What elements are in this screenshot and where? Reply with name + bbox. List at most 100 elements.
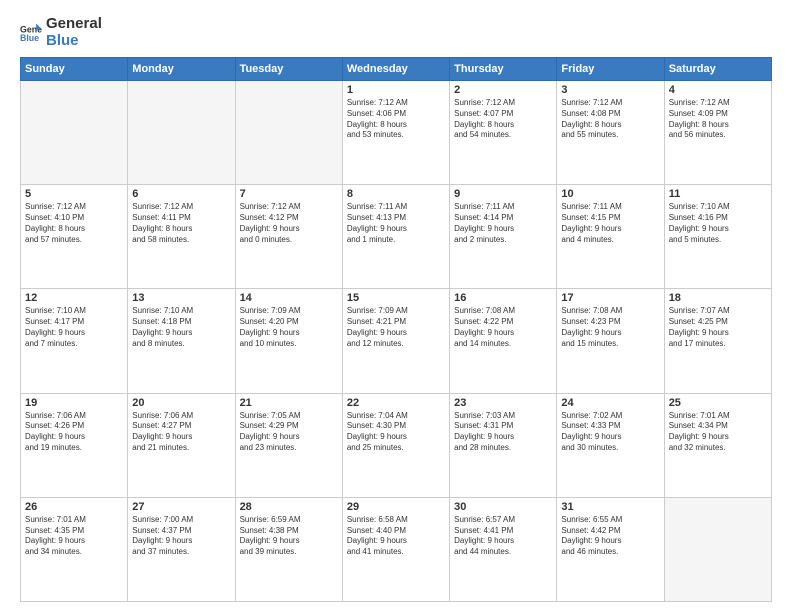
calendar-cell: 19 Sunrise: 7:06 AM Sunset: 4:26 PM Dayli… xyxy=(21,393,128,497)
calendar-week-row: 12 Sunrise: 7:10 AM Sunset: 4:17 PM Dayli… xyxy=(21,289,772,393)
calendar-day-header: Friday xyxy=(557,58,664,81)
day-info: Sunrise: 7:11 AM Sunset: 4:14 PM Dayligh… xyxy=(454,202,552,245)
day-number: 24 xyxy=(561,397,659,409)
day-number: 22 xyxy=(347,397,445,409)
calendar-cell: 25 Sunrise: 7:01 AM Sunset: 4:34 PM Dayli… xyxy=(664,393,771,497)
day-number: 3 xyxy=(561,84,659,96)
day-number: 9 xyxy=(454,188,552,200)
header: General Blue General Blue xyxy=(20,16,772,49)
day-info: Sunrise: 7:10 AM Sunset: 4:16 PM Dayligh… xyxy=(669,202,767,245)
day-info: Sunrise: 7:08 AM Sunset: 4:23 PM Dayligh… xyxy=(561,306,659,349)
calendar-cell: 26 Sunrise: 7:01 AM Sunset: 4:35 PM Dayli… xyxy=(21,497,128,601)
day-info: Sunrise: 7:05 AM Sunset: 4:29 PM Dayligh… xyxy=(240,411,338,454)
day-number: 19 xyxy=(25,397,123,409)
day-number: 4 xyxy=(669,84,767,96)
day-info: Sunrise: 6:59 AM Sunset: 4:38 PM Dayligh… xyxy=(240,515,338,558)
day-number: 23 xyxy=(454,397,552,409)
day-number: 16 xyxy=(454,292,552,304)
day-number: 25 xyxy=(669,397,767,409)
calendar-cell: 5 Sunrise: 7:12 AM Sunset: 4:10 PM Daylig… xyxy=(21,185,128,289)
calendar-header-row: SundayMondayTuesdayWednesdayThursdayFrid… xyxy=(21,58,772,81)
day-info: Sunrise: 7:12 AM Sunset: 4:10 PM Dayligh… xyxy=(25,202,123,245)
day-number: 20 xyxy=(132,397,230,409)
day-info: Sunrise: 7:06 AM Sunset: 4:27 PM Dayligh… xyxy=(132,411,230,454)
day-info: Sunrise: 6:55 AM Sunset: 4:42 PM Dayligh… xyxy=(561,515,659,558)
calendar-cell: 18Sunrise: 7:07 AM Sunset: 4:25 PM Dayli… xyxy=(664,289,771,393)
day-number: 21 xyxy=(240,397,338,409)
day-info: Sunrise: 7:04 AM Sunset: 4:30 PM Dayligh… xyxy=(347,411,445,454)
day-info: Sunrise: 7:11 AM Sunset: 4:15 PM Dayligh… xyxy=(561,202,659,245)
day-number: 8 xyxy=(347,188,445,200)
calendar-day-header: Wednesday xyxy=(342,58,449,81)
day-number: 2 xyxy=(454,84,552,96)
day-info: Sunrise: 7:11 AM Sunset: 4:13 PM Dayligh… xyxy=(347,202,445,245)
day-info: Sunrise: 7:10 AM Sunset: 4:18 PM Dayligh… xyxy=(132,306,230,349)
calendar-cell: 1 Sunrise: 7:12 AM Sunset: 4:06 PM Daylig… xyxy=(342,81,449,185)
day-number: 7 xyxy=(240,188,338,200)
day-number: 10 xyxy=(561,188,659,200)
day-info: Sunrise: 6:58 AM Sunset: 4:40 PM Dayligh… xyxy=(347,515,445,558)
calendar-day-header: Monday xyxy=(128,58,235,81)
calendar-week-row: 5 Sunrise: 7:12 AM Sunset: 4:10 PM Daylig… xyxy=(21,185,772,289)
calendar-cell: 2 Sunrise: 7:12 AM Sunset: 4:07 PM Daylig… xyxy=(450,81,557,185)
calendar-cell: 12 Sunrise: 7:10 AM Sunset: 4:17 PM Dayli… xyxy=(21,289,128,393)
day-info: Sunrise: 7:08 AM Sunset: 4:22 PM Dayligh… xyxy=(454,306,552,349)
day-number: 31 xyxy=(561,501,659,513)
calendar-week-row: 19 Sunrise: 7:06 AM Sunset: 4:26 PM Dayli… xyxy=(21,393,772,497)
calendar-week-row: 1 Sunrise: 7:12 AM Sunset: 4:06 PM Daylig… xyxy=(21,81,772,185)
logo-blue: Blue xyxy=(46,33,102,50)
day-info: Sunrise: 7:01 AM Sunset: 4:34 PM Dayligh… xyxy=(669,411,767,454)
calendar-cell: 23 Sunrise: 7:03 AM Sunset: 4:31 PM Dayli… xyxy=(450,393,557,497)
calendar-cell: 30 Sunrise: 6:57 AM Sunset: 4:41 PM Dayli… xyxy=(450,497,557,601)
calendar-cell: 28 Sunrise: 6:59 AM Sunset: 4:38 PM Dayli… xyxy=(235,497,342,601)
calendar-week-row: 26 Sunrise: 7:01 AM Sunset: 4:35 PM Dayli… xyxy=(21,497,772,601)
day-number: 30 xyxy=(454,501,552,513)
day-number: 1 xyxy=(347,84,445,96)
calendar-day-header: Sunday xyxy=(21,58,128,81)
svg-text:Blue: Blue xyxy=(20,33,39,43)
day-info: Sunrise: 7:12 AM Sunset: 4:06 PM Dayligh… xyxy=(347,98,445,141)
day-number: 27 xyxy=(132,501,230,513)
day-number: 14 xyxy=(240,292,338,304)
calendar-cell: 3 Sunrise: 7:12 AM Sunset: 4:08 PM Daylig… xyxy=(557,81,664,185)
calendar-cell xyxy=(128,81,235,185)
day-number: 13 xyxy=(132,292,230,304)
calendar-cell: 8 Sunrise: 7:11 AM Sunset: 4:13 PM Daylig… xyxy=(342,185,449,289)
day-number: 29 xyxy=(347,501,445,513)
day-number: 18 xyxy=(669,292,767,304)
day-info: Sunrise: 7:03 AM Sunset: 4:31 PM Dayligh… xyxy=(454,411,552,454)
calendar-day-header: Thursday xyxy=(450,58,557,81)
day-info: Sunrise: 7:09 AM Sunset: 4:21 PM Dayligh… xyxy=(347,306,445,349)
calendar-cell: 16 Sunrise: 7:08 AM Sunset: 4:22 PM Dayli… xyxy=(450,289,557,393)
calendar-cell: 11Sunrise: 7:10 AM Sunset: 4:16 PM Dayli… xyxy=(664,185,771,289)
calendar-cell: 9 Sunrise: 7:11 AM Sunset: 4:14 PM Daylig… xyxy=(450,185,557,289)
day-number: 12 xyxy=(25,292,123,304)
day-info: Sunrise: 6:57 AM Sunset: 4:41 PM Dayligh… xyxy=(454,515,552,558)
logo-general: General xyxy=(46,16,102,33)
day-number: 17 xyxy=(561,292,659,304)
calendar-cell xyxy=(235,81,342,185)
day-number: 5 xyxy=(25,188,123,200)
day-info: Sunrise: 7:06 AM Sunset: 4:26 PM Dayligh… xyxy=(25,411,123,454)
logo-icon: General Blue xyxy=(20,22,42,44)
calendar-cell xyxy=(664,497,771,601)
calendar-cell: 17 Sunrise: 7:08 AM Sunset: 4:23 PM Dayli… xyxy=(557,289,664,393)
day-info: Sunrise: 7:12 AM Sunset: 4:12 PM Dayligh… xyxy=(240,202,338,245)
calendar-cell: 10 Sunrise: 7:11 AM Sunset: 4:15 PM Dayli… xyxy=(557,185,664,289)
page: General Blue General Blue SundayMondayTu… xyxy=(0,0,792,612)
day-info: Sunrise: 7:01 AM Sunset: 4:35 PM Dayligh… xyxy=(25,515,123,558)
calendar-cell: 21 Sunrise: 7:05 AM Sunset: 4:29 PM Dayli… xyxy=(235,393,342,497)
day-info: Sunrise: 7:12 AM Sunset: 4:07 PM Dayligh… xyxy=(454,98,552,141)
calendar-cell: 13 Sunrise: 7:10 AM Sunset: 4:18 PM Dayli… xyxy=(128,289,235,393)
day-info: Sunrise: 7:10 AM Sunset: 4:17 PM Dayligh… xyxy=(25,306,123,349)
day-info: Sunrise: 7:00 AM Sunset: 4:37 PM Dayligh… xyxy=(132,515,230,558)
calendar-cell: 14Sunrise: 7:09 AM Sunset: 4:20 PM Dayli… xyxy=(235,289,342,393)
day-info: Sunrise: 7:12 AM Sunset: 4:11 PM Dayligh… xyxy=(132,202,230,245)
calendar-cell: 24Sunrise: 7:02 AM Sunset: 4:33 PM Dayli… xyxy=(557,393,664,497)
calendar-cell: 20 Sunrise: 7:06 AM Sunset: 4:27 PM Dayli… xyxy=(128,393,235,497)
day-info: Sunrise: 7:12 AM Sunset: 4:08 PM Dayligh… xyxy=(561,98,659,141)
day-number: 26 xyxy=(25,501,123,513)
calendar-cell: 7 Sunrise: 7:12 AM Sunset: 4:12 PM Daylig… xyxy=(235,185,342,289)
day-number: 6 xyxy=(132,188,230,200)
day-number: 28 xyxy=(240,501,338,513)
